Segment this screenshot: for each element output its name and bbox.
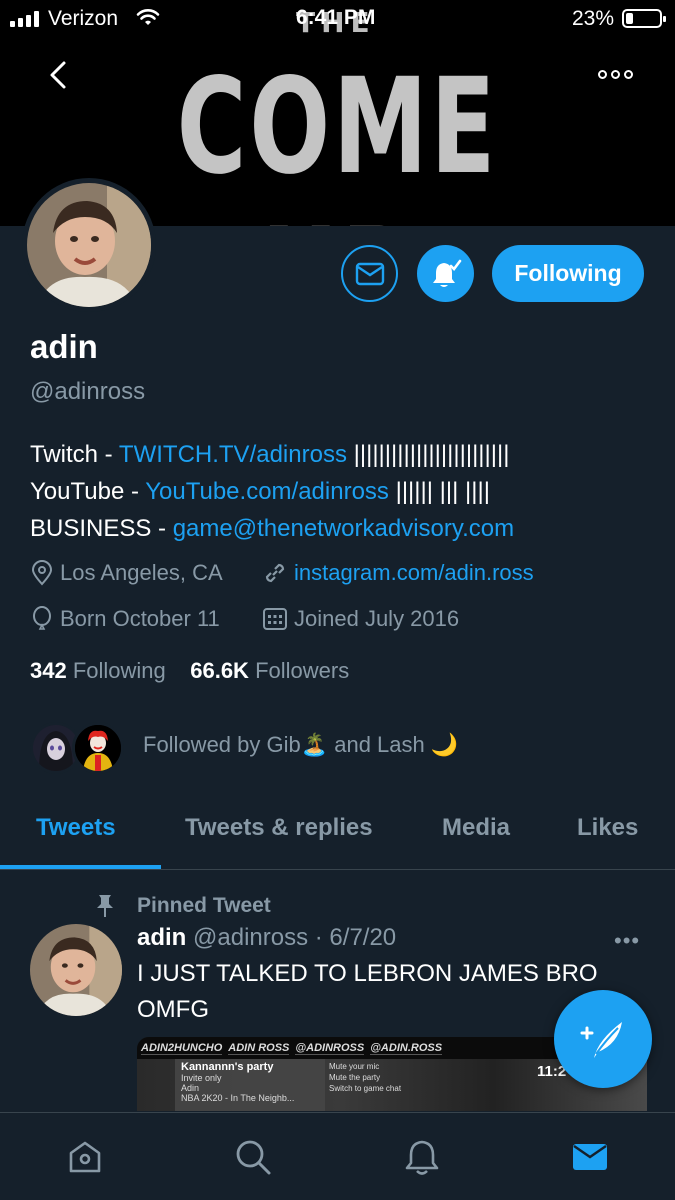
status-time: 6:41 PM: [296, 6, 376, 29]
party-member: Adin: [181, 1083, 200, 1093]
home-icon: [69, 1141, 101, 1173]
website-item[interactable]: instagram.com/adin.ross: [262, 560, 534, 586]
party-title: Kannannn's party: [181, 1061, 274, 1073]
compose-feather-icon: [580, 1022, 622, 1058]
tweet-author-handle: @adinross: [193, 924, 309, 951]
bio-line: BUSINESS - game@thenetworkadvisory.com: [30, 510, 514, 547]
pin-icon: [92, 892, 118, 925]
joined-item: Joined July 2016: [262, 606, 459, 632]
media-tag: ADIN ROSS: [228, 1041, 290, 1055]
location-pin-icon: [31, 560, 53, 586]
link-icon: [265, 563, 285, 583]
more-dot: [598, 69, 607, 79]
avatar-image: [27, 183, 151, 307]
nav-notifications[interactable]: [400, 1135, 444, 1179]
profile-handle: @adinross: [30, 378, 146, 405]
tweet-more-button[interactable]: •••: [614, 928, 640, 954]
nav-search[interactable]: [231, 1135, 275, 1179]
tweet-author-name[interactable]: adin: [137, 924, 186, 951]
bio-suffix: |||||||||||||||||||||||||: [346, 441, 510, 468]
following-count-link[interactable]: 342 Following: [30, 658, 166, 683]
party-panel: Kannannn's party Invite only Adin NBA 2K…: [175, 1059, 325, 1111]
media-tag: @ADIN.ROSS: [370, 1041, 443, 1055]
profile-tabs: Tweets Tweets & replies Media Likes: [0, 800, 675, 870]
joined-text: Joined July 2016: [294, 606, 460, 631]
party-option: Switch to game chat: [329, 1084, 402, 1093]
business-email-link[interactable]: game@thenetworkadvisory.com: [173, 515, 514, 542]
location-text: Los Angeles, CA: [60, 560, 223, 585]
nav-home[interactable]: [63, 1135, 107, 1179]
bio-prefix: Twitch -: [30, 441, 119, 468]
bell-icon: [405, 1140, 439, 1175]
party-option: Mute your mic: [329, 1062, 380, 1071]
bio-prefix: BUSINESS -: [30, 515, 173, 542]
envelope-icon: [355, 262, 384, 285]
birthday-text: Born October 11: [60, 606, 220, 631]
following-count: 342: [30, 658, 67, 683]
nav-messages[interactable]: [568, 1135, 612, 1179]
twitch-link[interactable]: TWITCH.TV/adinross: [119, 441, 347, 468]
tab-likes[interactable]: Likes: [577, 814, 638, 842]
notifications-button[interactable]: [417, 245, 474, 302]
bio-prefix: YouTube -: [30, 478, 146, 505]
party-member-sub: NBA 2K20 - In The Neighb...: [181, 1093, 295, 1103]
chevron-left-icon: [50, 61, 66, 89]
website-link[interactable]: instagram.com/adin.ross: [294, 560, 534, 586]
media-tag: @ADINROSS: [295, 1041, 365, 1055]
followed-by-text[interactable]: Followed by Gib🏝️ and Lash 🌙: [143, 732, 458, 758]
followers-count-link[interactable]: 66.6K Followers: [190, 658, 349, 683]
wifi-icon: [136, 7, 160, 33]
calendar-icon: [263, 608, 287, 630]
signal-icon: [10, 11, 39, 27]
birthday-item: Born October 11: [30, 606, 220, 632]
profile-avatar[interactable]: [22, 178, 156, 312]
battery-icon: [622, 9, 666, 28]
media-tag: ADIN2HUNCHO: [141, 1041, 223, 1055]
balloon-icon: [33, 606, 51, 630]
back-button[interactable]: [40, 55, 76, 95]
bell-check-icon: [432, 259, 461, 287]
party-sub: Invite only: [181, 1073, 222, 1083]
location-item: Los Angeles, CA: [30, 560, 223, 586]
pinned-tweet-label: Pinned Tweet: [137, 894, 271, 917]
banner-title: COME UP: [176, 50, 499, 226]
carrier-name: Verizon: [48, 7, 119, 30]
tab-tweets[interactable]: Tweets: [36, 814, 116, 842]
party-option: Mute the party: [329, 1073, 381, 1082]
tab-tweets-replies[interactable]: Tweets & replies: [185, 814, 373, 842]
followers-count: 66.6K: [190, 658, 249, 683]
follow-counts: 342 Following 66.6K Followers: [30, 658, 349, 684]
tab-media[interactable]: Media: [442, 814, 510, 842]
compose-tweet-button[interactable]: [554, 990, 652, 1088]
message-button[interactable]: [341, 245, 398, 302]
battery-level: [626, 13, 633, 24]
more-dot: [624, 69, 633, 79]
battery-percent: 23%: [572, 7, 615, 30]
more-dot: [611, 69, 620, 79]
more-options-button[interactable]: [598, 62, 636, 86]
tweet-avatar[interactable]: [30, 924, 122, 1016]
profile-bio: Twitch - TWITCH.TV/adinross ||||||||||||…: [30, 436, 514, 547]
envelope-icon: [573, 1144, 607, 1170]
party-options: Mute your mic Mute the party Switch to g…: [329, 1061, 401, 1094]
follower-avatar[interactable]: [72, 722, 124, 774]
status-bar: Verizon 6:41 PM 23%: [0, 0, 675, 40]
tweet-header: adin @adinross · 6/7/20: [137, 924, 396, 952]
bio-suffix: |||||| ||| ||||: [388, 478, 490, 505]
following-label: Following: [72, 658, 166, 683]
active-tab-indicator: [0, 865, 161, 869]
bottom-navigation: [0, 1112, 675, 1200]
following-button[interactable]: Following: [492, 245, 644, 302]
youtube-link[interactable]: YouTube.com/adinross: [145, 478, 389, 505]
tweet-date: · 6/7/20: [314, 924, 397, 951]
bio-line: Twitch - TWITCH.TV/adinross ||||||||||||…: [30, 436, 514, 473]
search-icon: [236, 1140, 271, 1175]
profile-name: adin: [30, 328, 98, 365]
followers-label: Followers: [255, 658, 350, 683]
bio-line: YouTube - YouTube.com/adinross |||||| ||…: [30, 473, 514, 510]
